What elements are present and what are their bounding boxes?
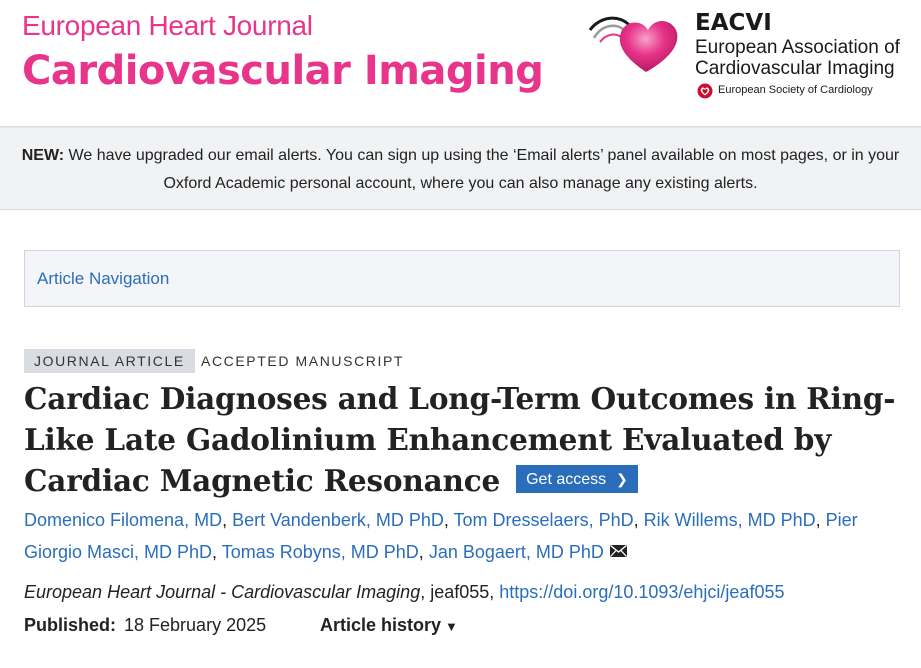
mail-icon[interactable]	[609, 545, 627, 558]
article-title: Cardiac Diagnoses and Long-Term Outcomes…	[24, 378, 904, 501]
published-label: Published:	[24, 615, 117, 635]
banner-lead: NEW:	[21, 147, 65, 164]
article-status-label: ACCEPTED MANUSCRIPT	[201, 353, 405, 369]
author-link[interactable]: Rik Willems, MD PhD	[644, 510, 816, 530]
published-info: Published: 18 February 2025	[24, 615, 266, 636]
get-access-label: Get access	[526, 471, 607, 488]
parent-society-name[interactable]: European Society of Cardiology	[718, 84, 873, 96]
author-link[interactable]: Domenico Filomena, MD	[24, 510, 222, 530]
author-link[interactable]: Jan Bogaert, MD PhD	[429, 542, 604, 562]
author-list: Domenico Filomena, MD, Bert Vandenberk, …	[24, 510, 858, 562]
article-history-toggle[interactable]: Article history ▼	[320, 615, 458, 636]
get-access-button[interactable]: Get access ❯	[516, 465, 638, 493]
doi-link[interactable]: https://doi.org/10.1093/ehjci/jeaf055	[499, 582, 784, 602]
citation-article-id: , jeaf055,	[420, 582, 500, 602]
author-link[interactable]: Bert Vandenberk, MD PhD	[232, 510, 444, 530]
article-title-text: Cardiac Diagnoses and Long-Term Outcomes…	[24, 381, 896, 498]
citation-line: European Heart Journal - Cardiovascular …	[24, 582, 784, 603]
esc-heart-icon	[697, 83, 713, 99]
banner-text: We have upgraded our email alerts. You c…	[64, 147, 900, 192]
author-link[interactable]: Tomas Robyns, MD PhD	[222, 542, 419, 562]
article-navigation-toggle[interactable]: Article Navigation	[24, 250, 900, 307]
society-name-line1: European Association of	[695, 37, 900, 58]
citation-journal: European Heart Journal - Cardiovascular …	[24, 582, 421, 602]
email-alerts-banner: NEW: We have upgraded our email alerts. …	[0, 128, 921, 210]
society-abbreviation: EACVI	[695, 10, 772, 36]
journal-name-line2[interactable]: Cardiovascular Imaging	[22, 48, 544, 94]
published-date: 18 February 2025	[124, 615, 267, 635]
caret-down-icon: ▼	[445, 619, 458, 634]
article-history-label: Article history	[320, 615, 442, 635]
journal-name-line1[interactable]: European Heart Journal	[22, 10, 313, 42]
chevron-right-icon: ❯	[616, 471, 628, 487]
eacvi-heart-logo-icon[interactable]	[586, 12, 684, 76]
society-name-line2: Cardiovascular Imaging	[695, 58, 895, 79]
author-link[interactable]: Tom Dresselaers, PhD	[454, 510, 634, 530]
article-type-label: JOURNAL ARTICLE	[24, 349, 195, 373]
site-header: European Heart Journal Cardiovascular Im…	[0, 0, 921, 126]
